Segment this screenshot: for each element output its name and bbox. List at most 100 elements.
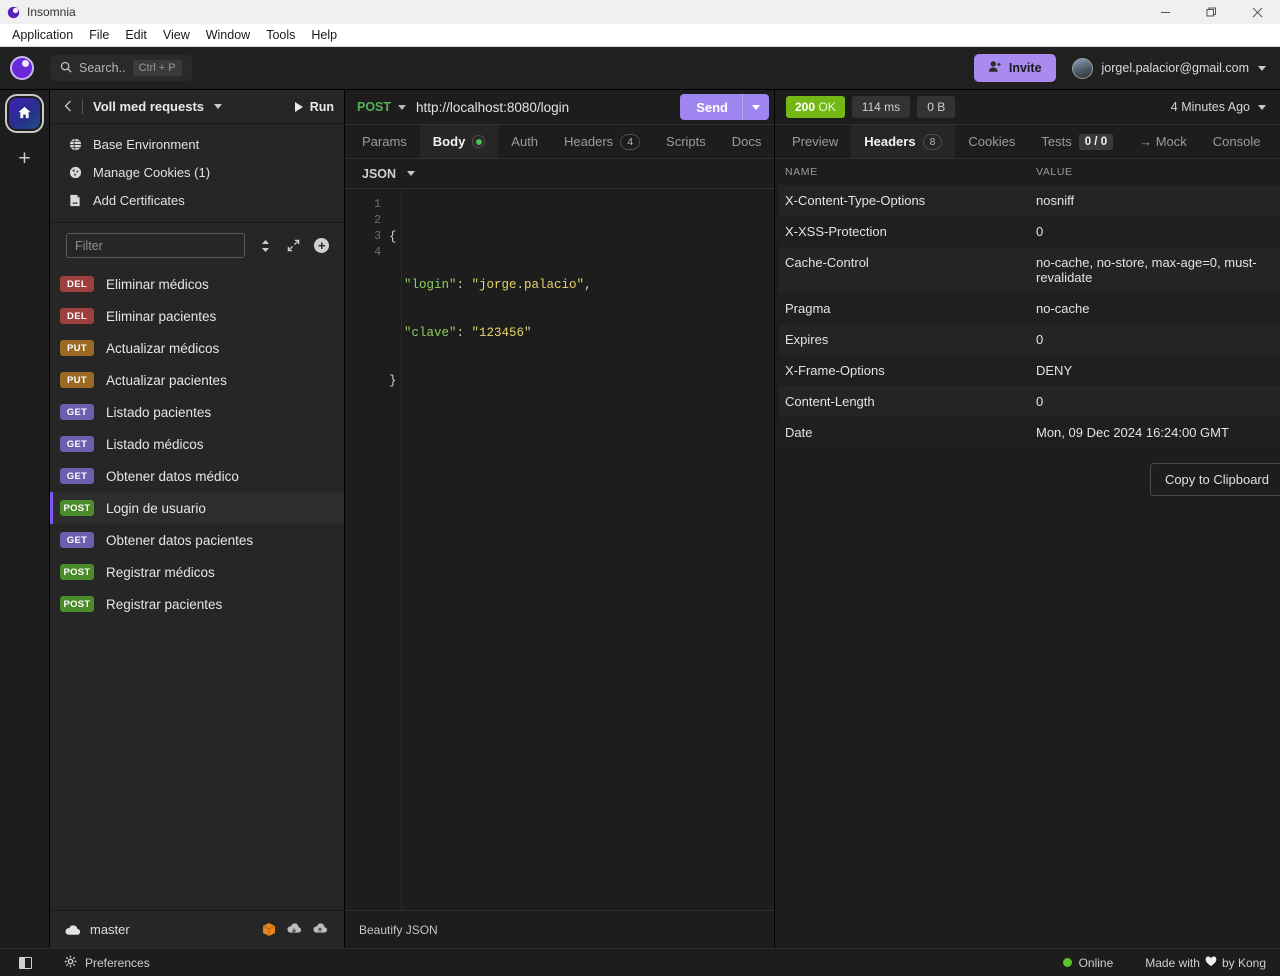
url-input[interactable]: http://localhost:8080/login — [416, 100, 680, 115]
add-request-button[interactable]: + — [314, 237, 330, 254]
git-branch-button[interactable]: master — [64, 922, 130, 937]
table-header-row: NAME VALUE — [779, 159, 1280, 185]
sidebar-item-base-environment[interactable]: Base Environment — [50, 130, 344, 158]
back-chevron-icon[interactable] — [64, 99, 72, 115]
code-token: : — [456, 326, 472, 340]
body-editor[interactable]: 1 2 3 4 { "login": "jorge.palacio", "cla… — [345, 189, 774, 910]
response-history-button[interactable]: 4 Minutes Ago — [1171, 100, 1266, 114]
made-with-kong: Made with by Kong — [1145, 956, 1280, 970]
code-line: "login": "jorge.palacio", — [389, 277, 774, 293]
response-time-chip: 114 ms — [851, 96, 911, 118]
window-minimize-button[interactable] — [1142, 0, 1188, 24]
run-button[interactable]: Run — [294, 100, 334, 114]
list-item[interactable]: GET Obtener datos médico — [50, 460, 344, 492]
list-item-selected[interactable]: POST Login de usuario — [50, 492, 344, 524]
environment-list: Base Environment Manage Cookies (1) Add … — [50, 124, 344, 223]
insomnia-package-icon[interactable] — [262, 922, 276, 937]
avatar — [1071, 57, 1093, 79]
header-value-cell: 0 — [1036, 332, 1044, 347]
list-item[interactable]: DEL Eliminar médicos — [50, 268, 344, 300]
tab-mock[interactable]: → Mock — [1126, 125, 1200, 158]
account-menu[interactable]: jorgel.palacior@gmail.com — [1071, 57, 1266, 79]
workspace-chevron-down-icon[interactable] — [214, 104, 223, 109]
send-dropdown-button[interactable] — [743, 104, 769, 110]
list-item[interactable]: GET Obtener datos pacientes — [50, 524, 344, 556]
menu-item-file[interactable]: File — [81, 26, 117, 44]
tab-preview[interactable]: Preview — [779, 125, 851, 158]
column-header-value: VALUE — [1036, 166, 1073, 178]
tab-label: Headers — [864, 134, 916, 149]
list-item[interactable]: DEL Eliminar pacientes — [50, 300, 344, 332]
invite-button[interactable]: Invite — [973, 54, 1056, 82]
toggle-sidebar-button[interactable] — [0, 956, 50, 969]
search-placeholder-label: Search.. — [79, 61, 126, 75]
tab-body[interactable]: Body — [419, 125, 499, 158]
search-input[interactable]: Search.. Ctrl + P — [50, 55, 192, 81]
request-method-label[interactable]: POST — [357, 100, 391, 114]
window-close-button[interactable] — [1234, 0, 1280, 24]
add-workspace-button[interactable]: + — [18, 148, 30, 169]
globe-icon — [68, 138, 82, 151]
method-chevron-down-icon[interactable] — [398, 104, 407, 110]
list-item[interactable]: POST Registrar pacientes — [50, 588, 344, 620]
body-type-selector[interactable]: JSON — [345, 159, 774, 189]
list-item[interactable]: GET Listado pacientes — [50, 396, 344, 428]
code-token: } — [389, 374, 397, 388]
table-row: X-Content-Type-Options nosniff — [779, 185, 1280, 216]
request-name-label: Obtener datos médico — [106, 468, 239, 484]
window-restore-button[interactable] — [1188, 0, 1234, 24]
tab-console[interactable]: Console — [1200, 125, 1274, 158]
request-name-label: Actualizar pacientes — [106, 372, 227, 388]
editor-line-numbers: 1 2 3 4 — [345, 197, 387, 910]
tab-params[interactable]: Params — [349, 125, 420, 158]
sort-icon[interactable] — [257, 237, 273, 254]
request-name-label: Login de usuario — [106, 500, 206, 516]
tab-scripts[interactable]: Scripts — [653, 125, 719, 158]
cloud-download-icon[interactable] — [286, 923, 302, 936]
response-size-chip: 0 B — [917, 96, 956, 118]
response-pane: 200 OK 114 ms 0 B 4 Minutes Ago Preview … — [775, 90, 1280, 948]
tab-auth[interactable]: Auth — [498, 125, 551, 158]
menu-item-edit[interactable]: Edit — [117, 26, 155, 44]
list-item[interactable]: GET Listado médicos — [50, 428, 344, 460]
workspace-name-label[interactable]: Voll med requests — [93, 99, 204, 114]
tab-cookies[interactable]: Cookies — [955, 125, 1028, 158]
menu-item-application[interactable]: Application — [4, 26, 81, 44]
menu-item-help[interactable]: Help — [303, 26, 345, 44]
menu-item-view[interactable]: View — [155, 26, 198, 44]
tests-count-badge: 0 / 0 — [1078, 133, 1114, 150]
list-item[interactable]: PUT Actualizar médicos — [50, 332, 344, 364]
method-badge: DEL — [60, 308, 94, 324]
filter-input[interactable] — [66, 233, 245, 258]
header-name-cell: X-Frame-Options — [785, 363, 885, 378]
tab-docs[interactable]: Docs — [719, 125, 775, 158]
code-line: "clave": "123456" — [389, 325, 774, 341]
tab-headers[interactable]: Headers 4 — [551, 125, 653, 158]
code-token: "login" — [389, 278, 457, 292]
code-token: , — [584, 278, 592, 292]
method-badge: GET — [60, 436, 94, 452]
app-body: + Voll med requests Run Base Environment… — [0, 90, 1280, 948]
code-line: { — [389, 229, 774, 245]
branch-name-label: master — [90, 922, 130, 937]
header-value-cell: nosniff — [1036, 193, 1075, 208]
sidebar-item-manage-cookies[interactable]: Manage Cookies (1) — [50, 158, 344, 186]
list-item[interactable]: PUT Actualizar pacientes — [50, 364, 344, 396]
response-timestamp-label: 4 Minutes Ago — [1170, 100, 1250, 114]
send-button[interactable]: Send — [680, 94, 769, 120]
expand-icon[interactable] — [285, 237, 301, 254]
preferences-button[interactable]: Preferences — [50, 955, 150, 971]
method-badge: POST — [60, 564, 94, 580]
rail-home-button[interactable] — [9, 98, 40, 129]
sidebar-item-add-certificates[interactable]: Add Certificates — [50, 186, 344, 214]
editor-code[interactable]: { "login": "jorge.palacio", "clave": "12… — [387, 197, 774, 910]
beautify-json-button[interactable]: Beautify JSON — [359, 923, 438, 937]
menu-item-tools[interactable]: Tools — [258, 26, 303, 44]
copy-to-clipboard-button[interactable]: Copy to Clipboard — [1149, 463, 1280, 496]
menu-item-window[interactable]: Window — [198, 26, 258, 44]
tab-response-headers[interactable]: Headers 8 — [851, 125, 956, 158]
cloud-upload-icon[interactable] — [312, 923, 328, 936]
list-item[interactable]: POST Registrar médicos — [50, 556, 344, 588]
tab-tests[interactable]: Tests 0 / 0 — [1028, 125, 1126, 158]
method-badge: PUT — [60, 340, 94, 356]
